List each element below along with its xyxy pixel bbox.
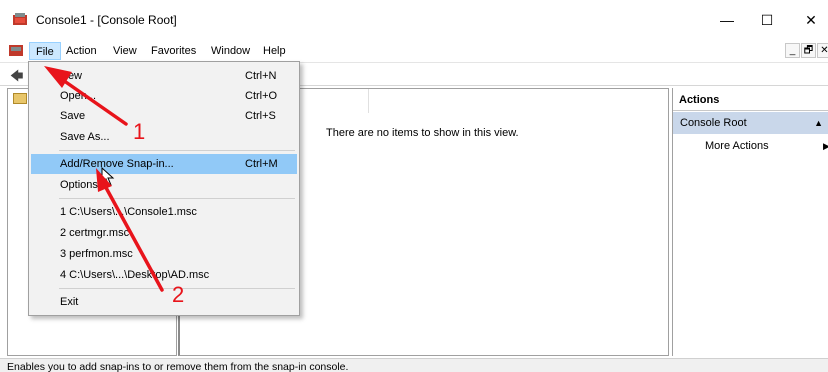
- actions-section-console-root[interactable]: Console Root ▲: [673, 112, 828, 134]
- mdi-minimize-button[interactable]: _: [785, 43, 800, 58]
- menu-favorites[interactable]: Favorites: [145, 42, 202, 60]
- console-document-icon: [9, 45, 23, 56]
- menu-view[interactable]: View: [107, 42, 143, 60]
- menu-item-exit[interactable]: Exit: [31, 292, 297, 312]
- mdi-restore-button[interactable]: 🗗: [801, 43, 816, 58]
- status-bar: Enables you to add snap-ins to or remove…: [0, 358, 828, 372]
- menu-item-save[interactable]: Save Ctrl+S: [31, 106, 297, 126]
- actions-pane: Actions Console Root ▲ More Actions ▶: [672, 88, 828, 356]
- menu-item-save-as[interactable]: Save As...: [31, 127, 297, 147]
- maximize-button[interactable]: ☐: [752, 8, 782, 32]
- submenu-arrow-icon: ▶: [823, 141, 828, 151]
- menu-item-add-remove-snap-in[interactable]: Add/Remove Snap-in... Ctrl+M: [31, 154, 297, 174]
- folder-icon[interactable]: [13, 93, 27, 104]
- menu-item-options[interactable]: Options...: [31, 175, 297, 195]
- menu-separator: [59, 150, 295, 151]
- column-divider[interactable]: [368, 89, 369, 113]
- title-bar: Console1 - [Console Root] — ☐ ✕: [0, 0, 828, 40]
- close-button[interactable]: ✕: [796, 8, 826, 32]
- menu-action[interactable]: Action: [60, 42, 103, 60]
- mdi-close-button[interactable]: ✕: [817, 43, 828, 58]
- back-arrow-icon[interactable]: 🡄: [10, 67, 23, 89]
- actions-section-label: Console Root: [680, 117, 747, 129]
- menu-item-recent-2[interactable]: 2 certmgr.msc: [31, 223, 297, 243]
- menu-item-recent-3[interactable]: 3 perfmon.msc: [31, 244, 297, 264]
- annotation-number-2: 2: [172, 282, 185, 307]
- menu-window[interactable]: Window: [205, 42, 256, 60]
- annotation-number-1: 1: [133, 119, 146, 144]
- file-menu-dropdown: New Ctrl+N Open... Ctrl+O Save Ctrl+S Sa…: [28, 61, 300, 316]
- more-actions-item[interactable]: More Actions ▶: [705, 138, 828, 154]
- empty-view-message: There are no items to show in this view.: [326, 127, 519, 139]
- menu-file[interactable]: File: [29, 42, 61, 60]
- minimize-button[interactable]: —: [712, 8, 742, 32]
- menu-item-open[interactable]: Open... Ctrl+O: [31, 86, 297, 106]
- menu-item-new[interactable]: New Ctrl+N: [31, 66, 297, 86]
- more-actions-label: More Actions: [705, 140, 769, 152]
- menu-help[interactable]: Help: [257, 42, 292, 60]
- mmc-console-icon: [13, 13, 27, 25]
- menu-item-recent-1[interactable]: 1 C:\Users\...\Console1.msc: [31, 202, 297, 222]
- collapse-triangle-icon[interactable]: ▲: [814, 112, 823, 134]
- window-title: Console1 - [Console Root]: [36, 13, 177, 27]
- menu-separator: [59, 198, 295, 199]
- mouse-pointer-icon: [101, 167, 115, 187]
- menu-item-recent-4[interactable]: 4 C:\Users\...\Desktop\AD.msc: [31, 265, 297, 285]
- actions-header: Actions: [673, 91, 828, 111]
- menu-bar: File Action View Favorites Window Help: [0, 40, 828, 62]
